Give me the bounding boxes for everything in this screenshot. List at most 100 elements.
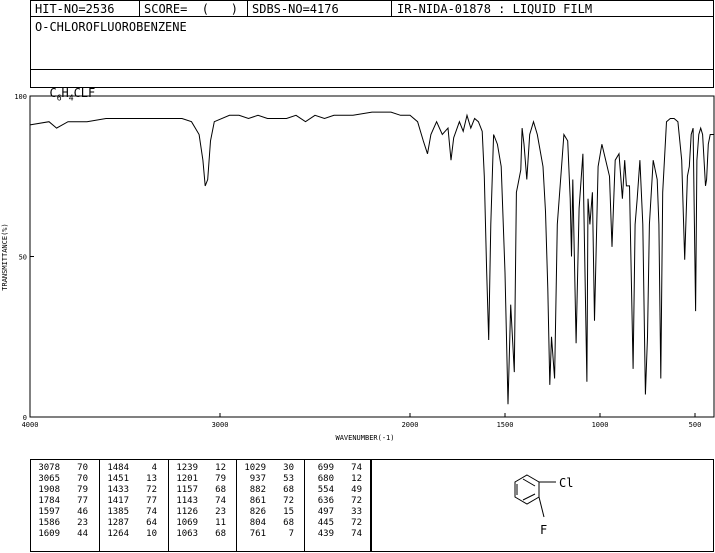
peak-transmittance: 7: [288, 529, 294, 539]
peak-wavenumber: 699: [317, 463, 334, 473]
peak-column: 1239 12 1201 79 1157 68 1143 74 1126 23 1069 11 1063…: [172, 463, 226, 540]
peak-transmittance: 72: [283, 496, 294, 506]
peak-wavenumber: 1126: [176, 507, 198, 517]
peak-row: 804 68: [240, 518, 294, 529]
peak-wavenumber: 1417: [107, 496, 129, 506]
peak-wavenumber: 882: [249, 485, 266, 495]
peak-transmittance: 23: [77, 518, 88, 528]
peak-row: 3078 70: [34, 463, 88, 474]
peak-wavenumber: 1433: [107, 485, 129, 495]
peak-row: 861 72: [240, 496, 294, 507]
y-tick-label: 100: [14, 93, 27, 101]
peak-wavenumber: 1143: [176, 496, 198, 506]
peak-row: 1609 44: [34, 529, 88, 540]
peak-transmittance: 44: [77, 529, 88, 539]
peak-col-sep-4: [304, 459, 305, 552]
peak-wavenumber: 861: [249, 496, 266, 506]
peak-transmittance: 79: [77, 485, 88, 495]
peak-transmittance: 68: [215, 485, 226, 495]
peak-wavenumber: 1451: [107, 474, 129, 484]
peak-transmittance: 74: [351, 529, 362, 539]
peak-transmittance: 72: [351, 518, 362, 528]
peak-transmittance: 13: [146, 474, 157, 484]
peak-transmittance: 74: [215, 496, 226, 506]
peak-wavenumber: 439: [317, 529, 334, 539]
peak-row: 1143 74: [172, 496, 226, 507]
peak-row: 1586 23: [34, 518, 88, 529]
x-tick-label: 1500: [497, 421, 514, 429]
x-tick-label: 2000: [402, 421, 419, 429]
peak-row: 826 15: [240, 507, 294, 518]
peak-row: 1417 77: [103, 496, 157, 507]
peak-row: 497 33: [308, 507, 362, 518]
peak-col-sep-2: [168, 459, 169, 552]
peak-wavenumber: 1063: [176, 529, 198, 539]
x-tick-label: 500: [689, 421, 702, 429]
peak-column: 699 74 680 12 554 49 636 72 497 33 445 72 439 74: [308, 463, 362, 540]
peak-row: 636 72: [308, 496, 362, 507]
peak-row: 699 74: [308, 463, 362, 474]
peak-row: 439 74: [308, 529, 362, 540]
peak-row: 1597 46: [34, 507, 88, 518]
peak-wavenumber: 1609: [38, 529, 60, 539]
peak-wavenumber: 804: [249, 518, 266, 528]
peak-wavenumber: 1069: [176, 518, 198, 528]
peak-transmittance: 12: [215, 463, 226, 473]
peak-row: 554 49: [308, 485, 362, 496]
y-axis-label: TRANSMITTANCE(%): [1, 223, 9, 290]
peak-wavenumber: 3065: [38, 474, 60, 484]
peak-transmittance: 30: [283, 463, 294, 473]
peak-transmittance: 23: [215, 507, 226, 517]
peak-column: 1029 30 937 53 882 68 861 72 826 15 804 68 761 7: [240, 463, 294, 540]
plot-frame: [29, 95, 715, 418]
peak-wavenumber: 826: [249, 507, 266, 517]
fluorine-label: F: [540, 523, 547, 537]
peak-transmittance: 4: [151, 463, 157, 473]
peak-row: 445 72: [308, 518, 362, 529]
peak-transmittance: 70: [77, 474, 88, 484]
peak-transmittance: 68: [283, 485, 294, 495]
peak-wavenumber: 1385: [107, 507, 129, 517]
peak-column: 3078 70 3065 70 1908 79 1784 77 1597 46 1586 23 1609…: [34, 463, 88, 540]
peak-wavenumber: 1239: [176, 463, 198, 473]
peak-wavenumber: 761: [249, 529, 266, 539]
peak-col-sep-1: [99, 459, 100, 552]
peak-transmittance: 68: [215, 529, 226, 539]
ir-spectrum-chart: 4000 3000 2000 1500 1000 500 0 50 100 WAVENUMBE…: [1, 93, 715, 442]
peak-transmittance: 68: [283, 518, 294, 528]
x-tick-label: 3000: [212, 421, 229, 429]
peak-wavenumber: 937: [249, 474, 266, 484]
peak-row: 761 7: [240, 529, 294, 540]
benzene-ring: [514, 474, 556, 518]
f-bond: [538, 496, 545, 518]
peak-transmittance: 74: [351, 463, 362, 473]
peak-wavenumber: 3078: [38, 463, 60, 473]
x-tick-label: 4000: [22, 421, 39, 429]
peak-row: 3065 70: [34, 474, 88, 485]
peak-row: 1451 13: [103, 474, 157, 485]
peak-row: 1126 23: [172, 507, 226, 518]
peak-transmittance: 33: [351, 507, 362, 517]
y-tick-label: 0: [23, 414, 27, 422]
peak-transmittance: 72: [146, 485, 157, 495]
peak-wavenumber: 445: [317, 518, 334, 528]
peak-row: 1784 77: [34, 496, 88, 507]
peak-wavenumber: 497: [317, 507, 334, 517]
peak-col-sep-3: [236, 459, 237, 552]
peak-transmittance: 77: [146, 496, 157, 506]
peak-row: 1433 72: [103, 485, 157, 496]
peak-row: 937 53: [240, 474, 294, 485]
peak-wavenumber: 1264: [107, 529, 129, 539]
peak-row: 1029 30: [240, 463, 294, 474]
peak-row: 1264 10: [103, 529, 157, 540]
x-tick-label: 1000: [592, 421, 609, 429]
peak-row: 1385 74: [103, 507, 157, 518]
peak-transmittance: 72: [351, 496, 362, 506]
structure-diagram: Cl F: [514, 474, 573, 537]
peak-row: 1157 68: [172, 485, 226, 496]
peak-row: 1484 4: [103, 463, 157, 474]
peak-row: 1908 79: [34, 485, 88, 496]
peak-wavenumber: 1908: [38, 485, 60, 495]
peak-transmittance: 10: [146, 529, 157, 539]
peak-transmittance: 12: [351, 474, 362, 484]
